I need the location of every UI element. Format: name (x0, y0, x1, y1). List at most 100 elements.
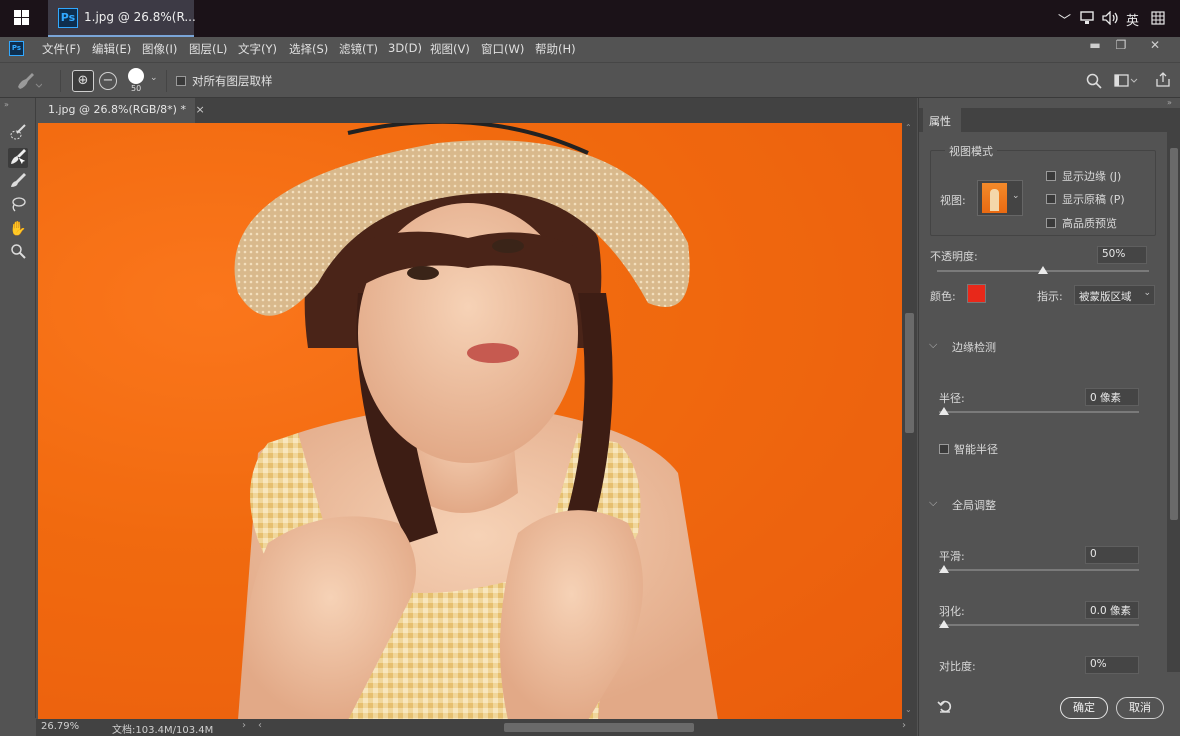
radius-input[interactable]: 0 像素 (1085, 388, 1139, 406)
scroll-down-icon[interactable]: ⌄ (905, 705, 912, 714)
hq-preview-checkbox[interactable] (1046, 216, 1056, 229)
document-tab[interactable]: 1.jpg @ 26.8%(RGB/8*) * × (37, 98, 205, 123)
tray-expand-icon[interactable]: ﹀ (1058, 10, 1071, 29)
opacity-input[interactable]: 50% (1097, 246, 1147, 264)
view-mode-dropdown[interactable]: ⌄ (977, 180, 1023, 216)
subtract-from-selection-icon[interactable]: − (99, 72, 117, 90)
view-thumbnail (982, 183, 1007, 213)
menu-3d[interactable]: 3D(D) (388, 41, 422, 55)
smooth-slider[interactable] (939, 569, 1139, 571)
photo-image (38, 123, 902, 720)
view-mode-title: 视图模式 (945, 143, 997, 159)
menu-edit[interactable]: 编辑(E) (92, 41, 131, 57)
status-menu-arrow-icon[interactable]: › (242, 720, 246, 731)
document-tab-bar: 1.jpg @ 26.8%(RGB/8*) * × (37, 98, 917, 123)
indicates-value: 被蒙版区域 (1079, 291, 1132, 303)
document-info[interactable]: 文档:103.4M/103.4M (112, 721, 213, 736)
ime-grid-icon[interactable] (1151, 11, 1165, 29)
horizontal-scroll-thumb[interactable] (504, 723, 694, 732)
contrast-input[interactable]: 0% (1085, 656, 1139, 674)
document-close-icon[interactable]: × (195, 103, 204, 116)
indicates-chevron-icon: ⌄ (1143, 288, 1151, 298)
menu-layer[interactable]: 图层(L) (189, 41, 227, 57)
quick-selection-tool-icon[interactable] (8, 123, 28, 143)
show-original-label: 显示原稿 (P) (1062, 193, 1125, 206)
properties-panel: » 属性 视图模式 视图: ⌄ 显示边缘 (J) 显示原稿 (P) 高品质预览 … (918, 98, 1180, 736)
reset-icon[interactable] (937, 698, 953, 717)
sample-all-layers-checkbox[interactable] (176, 74, 186, 87)
cancel-button[interactable]: 取消 (1116, 697, 1164, 719)
overlay-color-swatch[interactable] (967, 284, 986, 303)
panel-scroll-thumb[interactable] (1170, 148, 1178, 520)
show-edge-label: 显示边缘 (J) (1062, 170, 1122, 183)
menu-filter[interactable]: 滤镜(T) (339, 41, 378, 57)
zoom-level[interactable]: 26.79% (41, 721, 79, 732)
brush-tip-icon[interactable] (128, 68, 144, 84)
hq-preview-label: 高品质预览 (1062, 217, 1117, 230)
hand-tool-icon[interactable]: ✋ (8, 219, 28, 239)
document-canvas[interactable] (38, 123, 902, 720)
scroll-right-icon[interactable]: › (902, 720, 906, 731)
feather-input[interactable]: 0.0 像素 (1085, 601, 1139, 619)
add-to-selection-icon[interactable]: ⊕ (72, 70, 94, 92)
brush-tool-icon[interactable] (8, 171, 28, 191)
edge-detection-collapse-icon[interactable]: ⌵ (929, 338, 937, 352)
menu-type[interactable]: 文字(Y) (238, 41, 277, 57)
search-icon[interactable] (1086, 73, 1102, 92)
global-refine-title[interactable]: 全局调整 (952, 497, 996, 513)
show-edge-checkbox[interactable] (1046, 169, 1056, 182)
menu-help[interactable]: 帮助(H) (535, 41, 576, 57)
ime-indicator[interactable]: 英 (1126, 10, 1139, 29)
collapse-panel-icon[interactable]: » (1167, 98, 1172, 107)
lasso-tool-icon[interactable] (8, 195, 28, 215)
menu-select[interactable]: 选择(S) (289, 41, 328, 57)
color-label: 颜色: (930, 290, 956, 303)
show-original-checkbox[interactable] (1046, 192, 1056, 205)
zoom-tool-icon[interactable] (8, 243, 28, 263)
panel-body: 视图模式 视图: ⌄ 显示边缘 (J) 显示原稿 (P) 高品质预览 不透明度:… (919, 132, 1167, 736)
taskbar-photoshop-tab[interactable]: Ps 1.jpg @ 26.8%(R... (48, 0, 196, 37)
photoshop-logo-icon: Ps (9, 41, 24, 56)
menu-image[interactable]: 图像(I) (142, 41, 177, 57)
workspace-icon[interactable] (1114, 74, 1138, 91)
quick-selection-preset-icon[interactable] (14, 71, 43, 91)
tab-properties[interactable]: 属性 (923, 108, 961, 132)
share-icon[interactable] (1155, 72, 1171, 91)
panel-scrollbar[interactable] (1167, 132, 1180, 672)
volume-icon[interactable] (1102, 10, 1120, 29)
windows-start-icon[interactable] (14, 10, 30, 26)
brush-size-value: 50 (131, 84, 142, 93)
global-refine-collapse-icon[interactable]: ⌵ (929, 496, 937, 510)
edge-detection-title[interactable]: 边缘检测 (952, 339, 996, 355)
feather-slider-knob[interactable] (939, 620, 949, 628)
scroll-up-icon[interactable]: ⌃ (905, 123, 912, 132)
scroll-left-icon[interactable]: ‹ (258, 720, 262, 731)
tools-panel: » ✋ (0, 98, 36, 718)
close-window-icon[interactable]: ✕ (1142, 38, 1168, 54)
minimize-icon[interactable]: ▬ (1082, 38, 1108, 54)
ok-button[interactable]: 确定 (1060, 697, 1108, 719)
smart-radius-checkbox[interactable] (939, 442, 949, 455)
refine-edge-brush-tool-icon[interactable] (8, 148, 28, 168)
menu-window[interactable]: 窗口(W) (481, 41, 524, 57)
restore-icon[interactable]: ❐ (1108, 38, 1134, 54)
radius-slider-knob[interactable] (939, 407, 949, 415)
collapse-toolbar-icon[interactable]: » (4, 100, 9, 109)
smooth-label: 平滑: (939, 550, 965, 563)
smooth-input[interactable]: 0 (1085, 546, 1139, 564)
radius-slider[interactable] (939, 411, 1139, 413)
brush-picker-chevron-icon[interactable]: ⌄ (150, 73, 158, 83)
os-taskbar: Ps 1.jpg @ 26.8%(R... ﹀ 英 (0, 0, 1180, 37)
smooth-slider-knob[interactable] (939, 565, 949, 573)
indicates-dropdown[interactable]: 被蒙版区域 ⌄ (1074, 285, 1155, 305)
feather-slider[interactable] (939, 624, 1139, 626)
menu-bar: 文件(F) 编辑(E) 图像(I) 图层(L) 文字(Y) 选择(S) 滤镜(T… (0, 37, 1180, 62)
menu-file[interactable]: 文件(F) (42, 41, 81, 57)
options-bar: ⊕ − 50 ⌄ 对所有图层取样 (0, 62, 1180, 98)
vertical-scroll-thumb[interactable] (905, 313, 914, 433)
opacity-slider-knob[interactable] (1038, 266, 1048, 274)
menu-view[interactable]: 视图(V) (430, 41, 470, 57)
network-icon[interactable] (1080, 11, 1096, 29)
canvas-vertical-scrollbar[interactable]: ⌃ ⌄ (902, 123, 917, 720)
view-label: 视图: (940, 194, 966, 207)
